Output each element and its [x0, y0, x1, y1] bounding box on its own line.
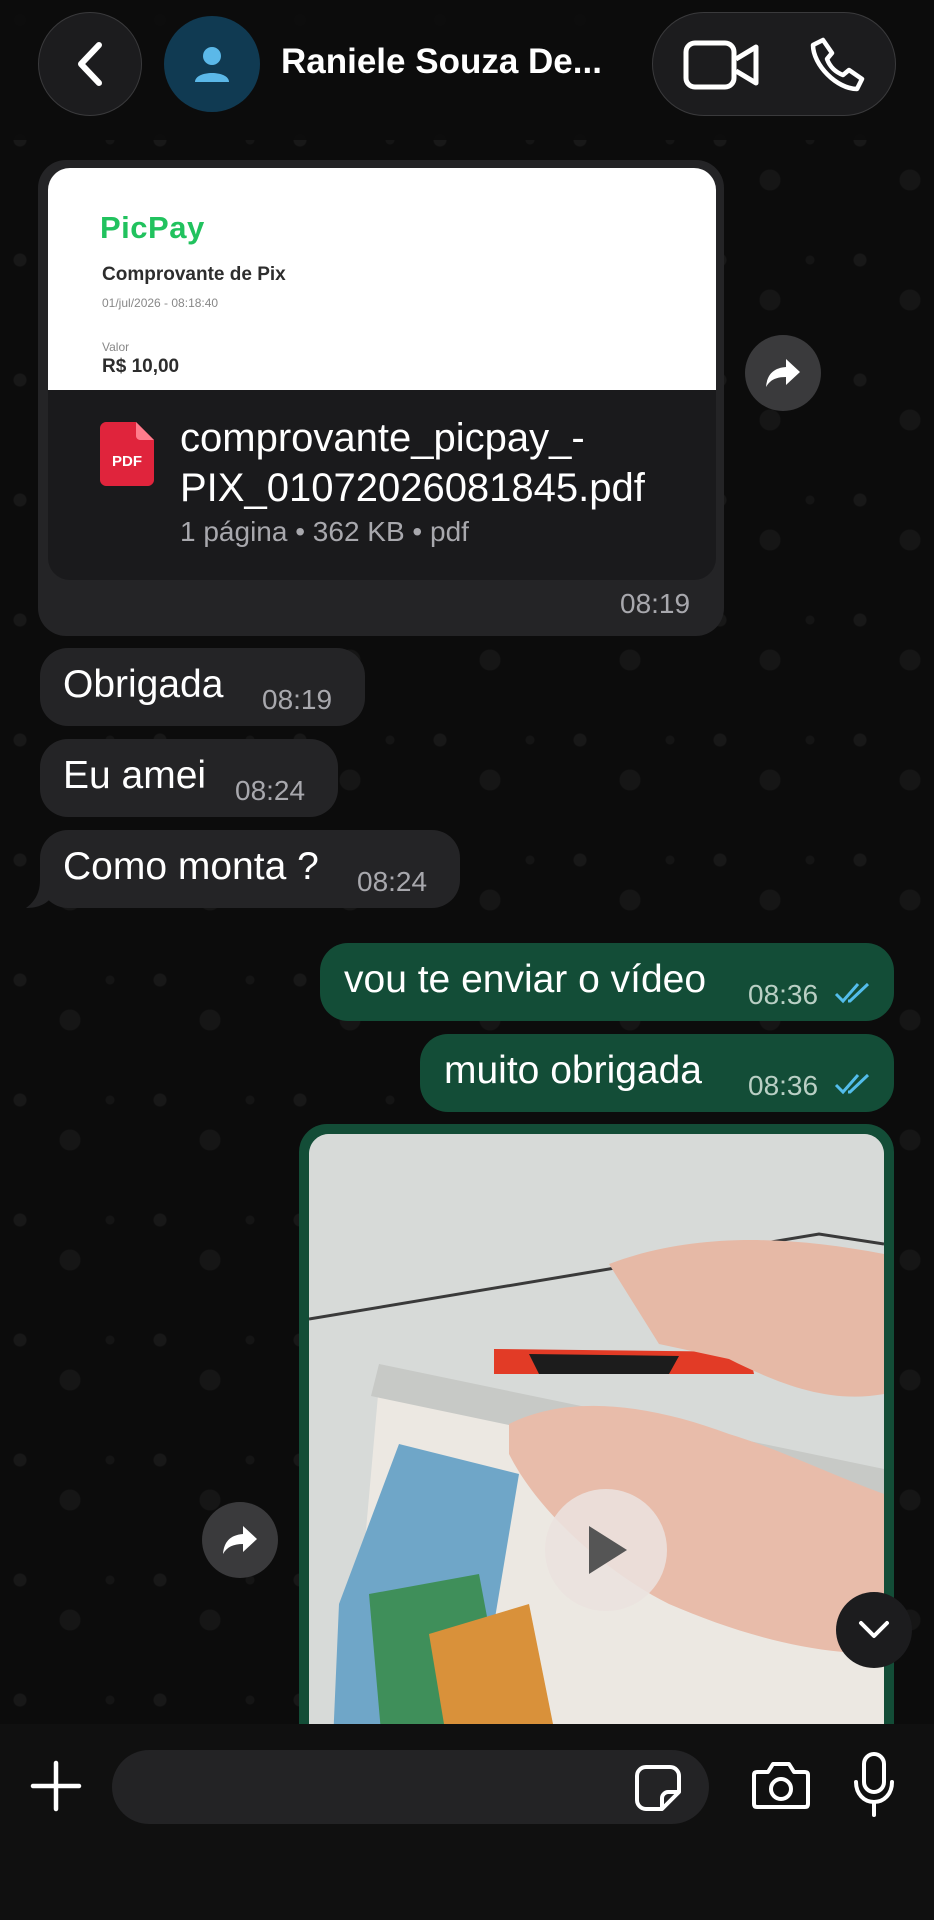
read-ticks-icon [834, 982, 870, 1004]
message-bubble-outgoing[interactable]: muito obrigada 08:36 [420, 1034, 894, 1112]
forward-icon [223, 1526, 257, 1554]
document-meta: 1 página • 362 KB • pdf [180, 516, 469, 547]
person-icon [195, 47, 229, 82]
document-preview[interactable]: PicPay Comprovante de Pix 01/jul/2026 - … [48, 168, 716, 390]
preview-valor: R$ 10,00 [102, 356, 180, 377]
message-text: muito obrigada [444, 1049, 702, 1092]
message-time: 08:36 [748, 1070, 819, 1101]
play-button[interactable] [545, 1489, 667, 1611]
message-text: Eu amei [63, 754, 207, 797]
picpay-logo: PicPay [100, 210, 205, 245]
message-time: 08:36 [748, 979, 819, 1010]
document-message[interactable]: PicPay Comprovante de Pix 01/jul/2026 - … [38, 160, 724, 636]
video-thumbnail[interactable] [309, 1134, 884, 1824]
chevron-left-icon [78, 42, 102, 86]
message-text: Obrigada [63, 663, 224, 706]
forward-icon [766, 359, 800, 387]
video-frame-illustration [309, 1134, 884, 1824]
chat-header: Raniele Souza De... [0, 0, 934, 140]
pdf-badge: PDF [112, 453, 142, 470]
bubble-tail [26, 880, 54, 908]
message-time: 08:19 [262, 684, 333, 715]
read-ticks-icon [834, 1073, 870, 1095]
document-file-name: comprovante_picpay_-PIX_01072026081845.p… [180, 416, 645, 510]
message-bubble-incoming[interactable]: Eu amei 08:24 [40, 739, 338, 817]
video-call-button[interactable] [683, 37, 761, 93]
message-time: 08:19 [620, 588, 691, 619]
back-button[interactable] [38, 12, 142, 116]
pdf-icon: PDF [100, 422, 154, 486]
message-time: 08:24 [357, 866, 428, 897]
video-message[interactable] [299, 1124, 894, 1824]
message-bubble-outgoing[interactable]: vou te enviar o vídeo 08:36 [320, 943, 894, 1021]
message-input[interactable] [112, 1750, 709, 1824]
preview-date: 01/jul/2026 - 08:18:40 [102, 296, 219, 310]
scroll-to-bottom-button[interactable] [836, 1592, 912, 1668]
call-actions [652, 12, 896, 116]
message-time: 08:24 [235, 775, 306, 806]
forward-button[interactable] [745, 335, 821, 411]
preview-valor-label: Valor [102, 340, 130, 354]
message-text: Como monta ? [63, 845, 319, 888]
chevron-down-icon [859, 1621, 889, 1638]
forward-button[interactable] [202, 1502, 278, 1578]
message-text: vou te enviar o vídeo [344, 958, 707, 1001]
play-icon [589, 1526, 627, 1574]
contact-name[interactable]: Raniele Souza De... [281, 42, 602, 82]
message-bubble-incoming[interactable]: Obrigada 08:19 [40, 648, 365, 726]
sticker-icon[interactable] [634, 1764, 682, 1812]
avatar[interactable] [164, 16, 260, 112]
message-composer [0, 1724, 934, 1920]
phone-call-button[interactable] [807, 35, 867, 95]
message-bubble-incoming[interactable]: Como monta ? 08:24 [40, 830, 460, 908]
camera-icon[interactable] [752, 1760, 810, 1810]
preview-title: Comprovante de Pix [102, 264, 286, 285]
plus-icon[interactable] [30, 1760, 82, 1812]
microphone-icon[interactable] [852, 1752, 896, 1818]
